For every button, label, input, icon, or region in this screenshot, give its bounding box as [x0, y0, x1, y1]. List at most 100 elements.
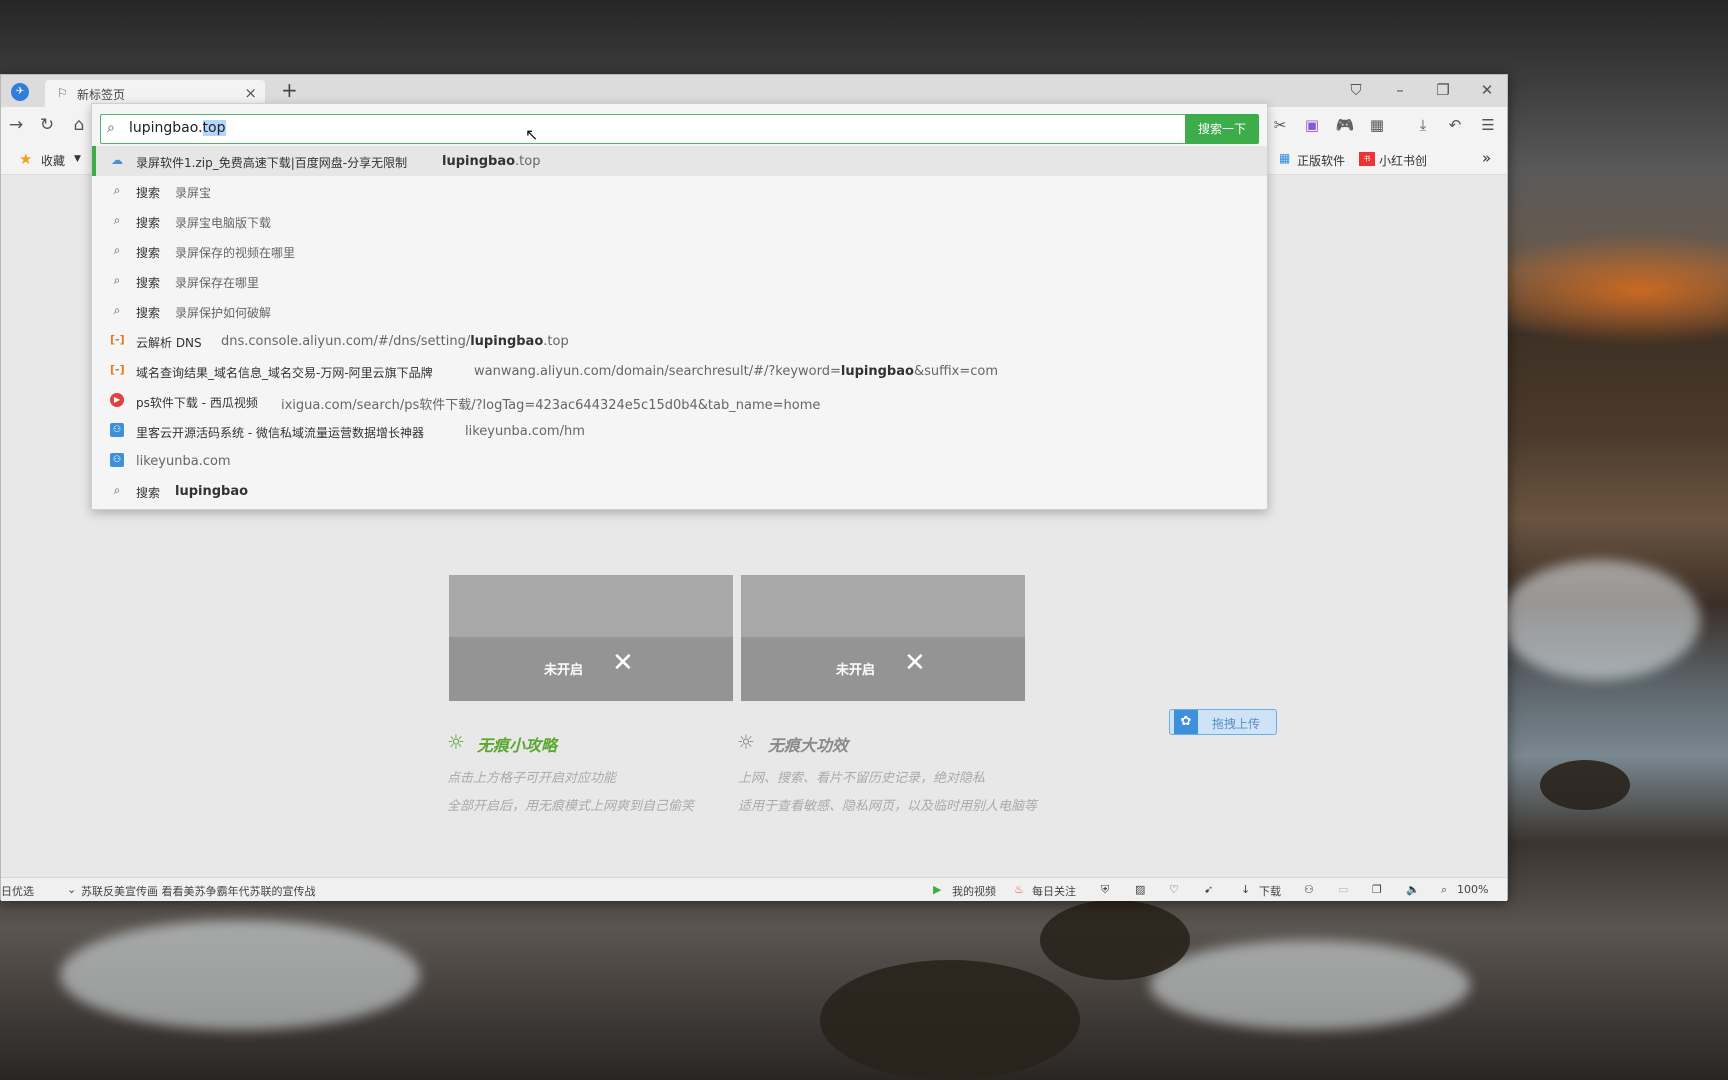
suggestion-url: wanwang.aliyun.com/domain/searchresult/#…: [474, 364, 998, 379]
likeyunba-icon: ⚇: [110, 453, 124, 467]
suggestion-item[interactable]: ⌕ 搜索 录屏宝: [92, 176, 1267, 206]
health-icon[interactable]: ♡: [1169, 883, 1179, 896]
incognito-status-icon[interactable]: ⚇: [1304, 883, 1314, 896]
rocket-icon[interactable]: ➹: [1204, 883, 1213, 896]
aliyun-icon: [-]: [110, 333, 125, 346]
suggestion-title: 云解析 DNS: [136, 336, 202, 350]
daily-follow-button[interactable]: 每日关注: [1032, 883, 1076, 899]
minimize-button[interactable]: –: [1388, 81, 1412, 99]
off-icon: ✕: [904, 648, 926, 678]
drag-upload-button[interactable]: ✿ 拖拽上传: [1169, 709, 1277, 735]
news-ticker[interactable]: 苏联反美宣传画 看看美苏争霸年代苏联的宣传战: [81, 883, 316, 899]
daily-picks-link[interactable]: 日优选: [1, 883, 34, 899]
omnibox-dropdown: ⌕ lupingbao.top 搜索一下 ↖ ☁ 录屏软件1.zip_免费高速下…: [91, 103, 1268, 510]
download-status-icon: ↓: [1241, 883, 1251, 896]
close-window-button[interactable]: ✕: [1475, 81, 1499, 99]
favorites-star-icon: ★: [19, 150, 33, 168]
bookmark-item[interactable]: 正版软件: [1297, 152, 1345, 169]
suggestion-url: likeyunba.com: [136, 454, 231, 469]
off-icon: ✕: [612, 648, 634, 678]
shield-icon[interactable]: ⛨: [1101, 883, 1109, 897]
autocomplete-selection: top: [202, 120, 226, 136]
search-button[interactable]: 搜索一下: [1185, 114, 1259, 144]
status-bar: 日优选 ⌄ 苏联反美宣传画 看看美苏争霸年代苏联的宣传战 ▶ 我的视频 ♨ 每日…: [1, 877, 1507, 901]
tips-left-title: 无痕小攻略: [477, 736, 558, 755]
image-icon[interactable]: ▨: [1135, 883, 1145, 896]
chevron-down-icon[interactable]: ▼: [74, 154, 81, 164]
suggestion-item[interactable]: ⚇ likeyunba.com: [92, 446, 1267, 476]
card-footer: 未开启 ✕: [741, 637, 1025, 701]
suggestion-item[interactable]: ☁ 录屏软件1.zip_免费高速下载|百度网盘-分享无限制 lupingbao.…: [92, 146, 1267, 176]
suggestion-label: 搜索: [136, 186, 161, 200]
volume-icon[interactable]: 🔈: [1406, 883, 1420, 896]
home-icon[interactable]: ⌂: [68, 115, 90, 135]
rock: [1040, 900, 1190, 980]
download-icon[interactable]: ⤓: [1413, 116, 1433, 134]
suggestion-label: 搜索: [136, 486, 161, 500]
suggestion-query: 录屏保护如何破解: [175, 306, 272, 320]
address-bar[interactable]: ⌕ lupingbao.top: [100, 114, 1192, 144]
suggestion-title: 域名查询结果_域名信息_域名交易-万网-阿里云旗下品牌: [136, 366, 433, 380]
cut-icon[interactable]: ✂: [1270, 116, 1290, 134]
suggestion-url: dns.console.aliyun.com/#/dns/setting/lup…: [221, 334, 569, 349]
suggestion-url: likeyunba.com/hm: [465, 424, 585, 439]
window-icon[interactable]: ❐: [1372, 883, 1382, 896]
skin-icon[interactable]: ⛉: [1344, 81, 1368, 99]
download-button[interactable]: 下载: [1259, 883, 1281, 899]
suggestion-item[interactable]: [-] 域名查询结果_域名信息_域名交易-万网-阿里云旗下品牌 wanwang.…: [92, 356, 1267, 386]
suggestion-url: ixigua.com/search/ps软件下载/?logTag=423ac64…: [281, 398, 821, 413]
undo-icon[interactable]: ↶: [1445, 116, 1465, 134]
url-rest: .top: [515, 154, 541, 169]
url-rest: &suffix=com: [913, 364, 999, 379]
tips-left-line: 全部开启后，用无痕模式上网爽到自己偷笑: [447, 799, 695, 814]
netdisk-icon: ✿: [1174, 710, 1198, 734]
incognito-option-card[interactable]: 未开启 ✕: [741, 575, 1025, 701]
more-bookmarks-icon[interactable]: »: [1482, 149, 1491, 167]
new-tab-button[interactable]: +: [281, 78, 298, 102]
xigua-icon: ▶: [110, 393, 124, 407]
address-input[interactable]: lupingbao.top: [129, 120, 226, 136]
suggestion-item[interactable]: ⌕ 搜索 录屏保护如何破解: [92, 296, 1267, 326]
incognito-icon: ⚐: [57, 86, 68, 100]
game-icon[interactable]: 🎮: [1335, 116, 1355, 134]
favorites-button[interactable]: 收藏: [41, 152, 65, 169]
suggestion-item[interactable]: ▶ ps软件下载 - 西瓜视频 ixigua.com/search/ps软件下载…: [92, 386, 1267, 416]
zoom-level[interactable]: 100%: [1457, 883, 1488, 896]
reload-icon[interactable]: ↻: [36, 115, 58, 135]
translate-icon[interactable]: ▣: [1302, 116, 1322, 134]
apps-icon[interactable]: ▦: [1367, 116, 1387, 134]
incognito-option-card[interactable]: 未开启 ✕: [449, 575, 733, 701]
flame-icon: ♨: [1014, 883, 1024, 896]
card-footer: 未开启 ✕: [449, 637, 733, 701]
suggestion-query: 录屏宝: [175, 186, 212, 200]
suggestion-item[interactable]: ⚇ 里客云开源活码系统 - 微信私域流量运营数据增长神器 likeyunba.c…: [92, 416, 1267, 446]
bookmark-item[interactable]: 小红书创: [1379, 152, 1427, 169]
suggestion-item[interactable]: ⌕ 搜索 lupingbao: [92, 476, 1267, 506]
url-pre: wanwang.aliyun.com/domain/searchresult/#…: [474, 364, 841, 379]
suggestion-query: lupingbao: [175, 484, 249, 499]
my-video-button[interactable]: 我的视频: [952, 883, 996, 899]
suggestion-item[interactable]: ⌕ 搜索 录屏保存在哪里: [92, 266, 1267, 296]
suggestion-label: 搜索: [136, 276, 161, 290]
browser-logo-icon[interactable]: ✈: [11, 83, 29, 101]
video-icon: ▶: [933, 883, 942, 896]
close-tab-icon[interactable]: ×: [244, 84, 257, 102]
forward-icon[interactable]: →: [5, 115, 27, 135]
restore-button[interactable]: ❐: [1431, 81, 1455, 99]
search-icon: ⌕: [113, 273, 121, 287]
menu-icon[interactable]: ☰: [1478, 116, 1498, 134]
url-bold: lupingbao: [470, 334, 544, 349]
suggestion-item[interactable]: [-] 云解析 DNS dns.console.aliyun.com/#/dns…: [92, 326, 1267, 356]
zoom-icon: ⌕: [1441, 883, 1448, 896]
url-bold: lupingbao: [840, 364, 914, 379]
search-icon: ⌕: [113, 183, 121, 197]
suggestion-item[interactable]: ⌕ 搜索 录屏保存的视频在哪里: [92, 236, 1267, 266]
suggestion-label: 搜索: [136, 306, 161, 320]
suggestion-label: 搜索: [136, 216, 161, 230]
folder-icon[interactable]: ▭: [1338, 883, 1348, 896]
rock: [1540, 760, 1630, 810]
suggestion-item[interactable]: ⌕ 搜索 录屏宝电脑版下载: [92, 206, 1267, 236]
tab-title: 新标签页: [77, 88, 126, 102]
search-icon: ⌕: [113, 213, 121, 227]
aliyun-icon: [-]: [110, 363, 125, 376]
